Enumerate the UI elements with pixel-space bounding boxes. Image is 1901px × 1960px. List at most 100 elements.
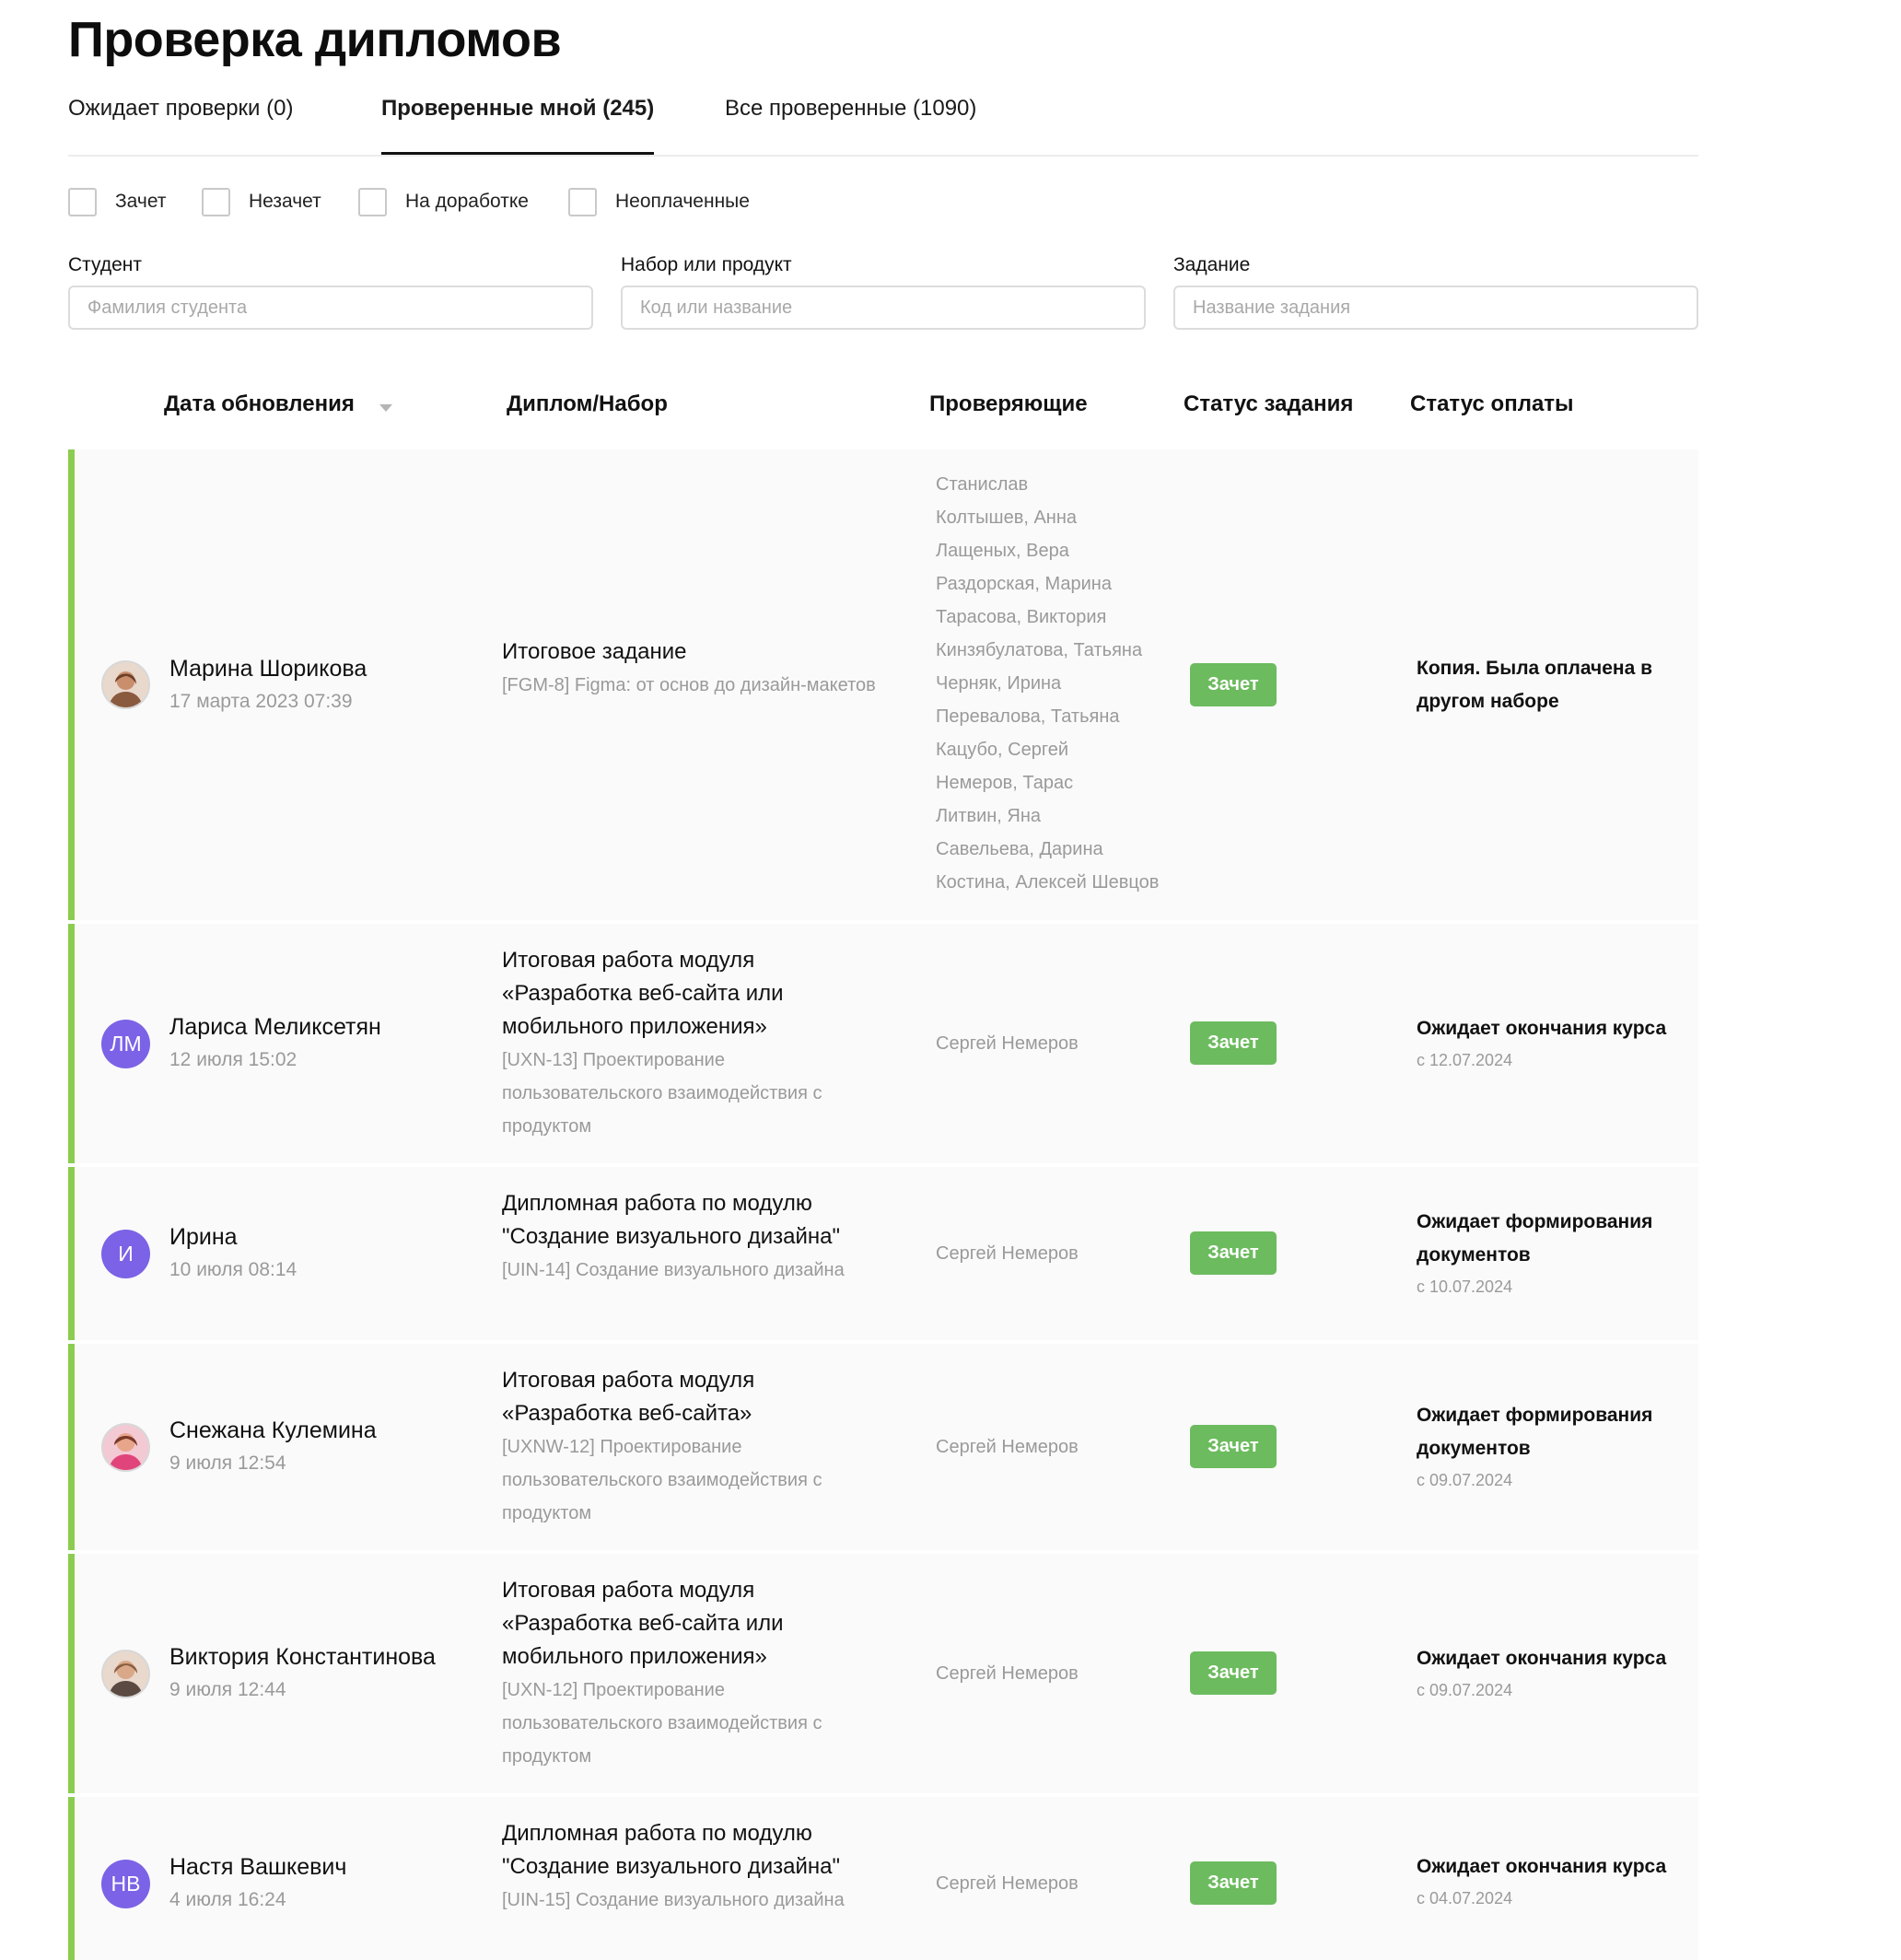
diploma-title[interactable]: Итоговая работа модуля «Разработка веб-с… <box>502 1574 889 1674</box>
diploma-set: [UIN-14] Создание визуального дизайна <box>502 1260 845 1280</box>
student-filter: Студент <box>68 254 593 330</box>
payment-status-cell: Ожидает формирования документов с 09.07.… <box>1417 1399 1693 1495</box>
table-header: Дата обновления Диплом/Набор Проверяющие… <box>68 391 1698 428</box>
table-row[interactable]: Виктория Константинова 9 июля 12:44 Итог… <box>68 1554 1698 1793</box>
payment-since: с 09.07.2024 <box>1417 1471 1513 1489</box>
payment-status: Ожидает формирования документов <box>1417 1405 1653 1459</box>
filter-revision[interactable]: На доработке <box>358 187 529 216</box>
diploma-title[interactable]: Итоговая работа модуля «Разработка веб-с… <box>502 944 889 1044</box>
set-search-input[interactable] <box>621 286 1146 330</box>
payment-status-cell: Копия. Была оплачена в другом наборе <box>1417 652 1693 718</box>
reviewers-cell: Станислав Колтышев, Анна Лащеных, Вера Р… <box>936 468 1194 899</box>
reviewer-line: Тарасова, Виктория <box>936 607 1107 627</box>
student-name[interactable]: Настя Вашкевич <box>169 1850 473 1884</box>
table-row[interactable]: НВ Настя Вашкевич 4 июля 16:24 Дипломная… <box>68 1797 1698 1960</box>
payment-status: Ожидает окончания курса <box>1417 1856 1667 1877</box>
diploma-title[interactable]: Итоговая работа модуля «Разработка веб-с… <box>502 1364 889 1430</box>
tab-checked-by-me[interactable]: Проверенные мной (245) <box>381 96 655 155</box>
table-row[interactable]: Марина Шорикова 17 марта 2023 07:39 Итог… <box>68 449 1698 920</box>
payment-status-cell: Ожидает формирования документов с 10.07.… <box>1417 1206 1693 1301</box>
payment-status: Ожидает окончания курса <box>1417 1648 1667 1669</box>
filter-pass-label: Зачет <box>115 191 167 212</box>
avatar <box>101 1423 150 1472</box>
student-name[interactable]: Марина Шорикова <box>169 652 473 685</box>
student-name[interactable]: Снежана Кулемина <box>169 1414 473 1447</box>
page-title: Проверка дипломов <box>68 12 562 67</box>
status-badge[interactable]: Зачет <box>1190 1861 1277 1905</box>
status-badge[interactable]: Зачет <box>1190 1231 1277 1275</box>
payment-status-cell: Ожидает окончания курса с 12.07.2024 <box>1417 1012 1693 1075</box>
tab-awaiting-review[interactable]: Ожидает проверки (0) <box>68 96 293 155</box>
diploma-cell: Итоговое задание [FGM-8] Figma: от основ… <box>502 636 889 702</box>
student-name[interactable]: Ирина <box>169 1220 473 1254</box>
reviewer-line: Сергей Немеров <box>936 1243 1079 1264</box>
student-filter-label: Студент <box>68 254 142 275</box>
student-cell: Виктория Константинова 9 июля 12:44 <box>169 1640 473 1707</box>
payment-since: с 04.07.2024 <box>1417 1889 1513 1908</box>
updated-date: 10 июля 08:14 <box>169 1259 297 1280</box>
column-task-status: Статус задания <box>1184 391 1354 416</box>
task-search-input[interactable] <box>1173 286 1698 330</box>
reviewers-cell: Сергей Немеров <box>936 1657 1194 1690</box>
tab-all-checked[interactable]: Все проверенные (1090) <box>725 96 976 155</box>
diploma-title[interactable]: Итоговое задание <box>502 636 889 669</box>
filter-unpaid[interactable]: Неоплаченные <box>568 187 750 216</box>
diploma-set: [UIN-15] Создание визуального дизайна <box>502 1890 845 1910</box>
table-row[interactable]: Снежана Кулемина 9 июля 12:54 Итоговая р… <box>68 1344 1698 1550</box>
reviewer-line: Перевалова, Татьяна <box>936 706 1120 727</box>
filter-unpaid-checkbox[interactable] <box>568 187 597 216</box>
student-cell: Настя Вашкевич 4 июля 16:24 <box>169 1850 473 1917</box>
payment-since: с 09.07.2024 <box>1417 1681 1513 1699</box>
caret-down-icon[interactable] <box>379 404 392 412</box>
payment-status: Копия. Была оплачена в другом наборе <box>1417 658 1653 712</box>
user-photo-icon <box>109 671 143 707</box>
payment-since: с 10.07.2024 <box>1417 1278 1513 1296</box>
student-cell: Лариса Меликсетян 12 июля 15:02 <box>169 1010 473 1077</box>
column-updated-date[interactable]: Дата обновления <box>164 391 355 417</box>
updated-date: 12 июля 15:02 <box>169 1049 297 1070</box>
reviewer-line: Сергей Немеров <box>936 1873 1079 1894</box>
filter-fail[interactable]: Незачет <box>202 187 321 216</box>
reviewers-cell: Сергей Немеров <box>936 1867 1194 1900</box>
student-cell: Марина Шорикова 17 марта 2023 07:39 <box>169 652 473 718</box>
reviewer-line: Кацубо, Сергей <box>936 740 1068 760</box>
student-search-input[interactable] <box>68 286 593 330</box>
student-name[interactable]: Лариса Меликсетян <box>169 1010 473 1044</box>
filter-pass-checkbox[interactable] <box>68 187 97 216</box>
filter-pass[interactable]: Зачет <box>68 187 166 216</box>
reviewer-line: Костина, Алексей Шевцов <box>936 872 1160 892</box>
diploma-cell: Итоговая работа модуля «Разработка веб-с… <box>502 944 889 1143</box>
student-cell: Ирина 10 июля 08:14 <box>169 1220 473 1287</box>
user-photo-icon <box>109 1661 143 1697</box>
filter-revision-label: На доработке <box>405 191 529 212</box>
diploma-cell: Итоговая работа модуля «Разработка веб-с… <box>502 1574 889 1773</box>
table-row[interactable]: ЛМ Лариса Меликсетян 12 июля 15:02 Итого… <box>68 924 1698 1163</box>
diploma-cell: Дипломная работа по модулю "Создание виз… <box>502 1817 889 1917</box>
status-badge[interactable]: Зачет <box>1190 1021 1277 1065</box>
diploma-title[interactable]: Дипломная работа по модулю "Создание виз… <box>502 1817 889 1884</box>
column-payment-status: Статус оплаты <box>1410 391 1574 416</box>
reviewer-line: Савельева, Дарина <box>936 839 1103 859</box>
payment-status-cell: Ожидает окончания курса с 04.07.2024 <box>1417 1850 1693 1913</box>
diploma-set: [UXNW-12] Проектирование пользовательско… <box>502 1437 822 1523</box>
filter-revision-checkbox[interactable] <box>358 187 387 216</box>
status-badge[interactable]: Зачет <box>1190 1425 1277 1468</box>
diploma-title[interactable]: Дипломная работа по модулю "Создание виз… <box>502 1187 889 1254</box>
payment-status: Ожидает окончания курса <box>1417 1018 1667 1039</box>
diploma-set: [FGM-8] Figma: от основ до дизайн-макето… <box>502 675 876 695</box>
filter-fail-checkbox[interactable] <box>202 187 230 216</box>
reviewer-line: Черняк, Ирина <box>936 673 1062 694</box>
diploma-set: [UXN-12] Проектирование пользовательског… <box>502 1680 822 1767</box>
student-cell: Снежана Кулемина 9 июля 12:54 <box>169 1414 473 1480</box>
table-row[interactable]: И Ирина 10 июля 08:14 Дипломная работа п… <box>68 1167 1698 1340</box>
user-photo-icon <box>109 1433 143 1470</box>
set-filter-label: Набор или продукт <box>621 254 792 275</box>
filter-unpaid-label: Неоплаченные <box>615 191 750 212</box>
status-badge[interactable]: Зачет <box>1190 663 1277 706</box>
student-name[interactable]: Виктория Константинова <box>169 1640 473 1674</box>
payment-since: с 12.07.2024 <box>1417 1051 1513 1069</box>
status-badge[interactable]: Зачет <box>1190 1651 1277 1695</box>
reviewer-line: Колтышев, Анна <box>936 508 1077 528</box>
submissions-table: Марина Шорикова 17 марта 2023 07:39 Итог… <box>68 449 1698 1960</box>
reviewer-line: Раздорская, Марина <box>936 574 1112 594</box>
